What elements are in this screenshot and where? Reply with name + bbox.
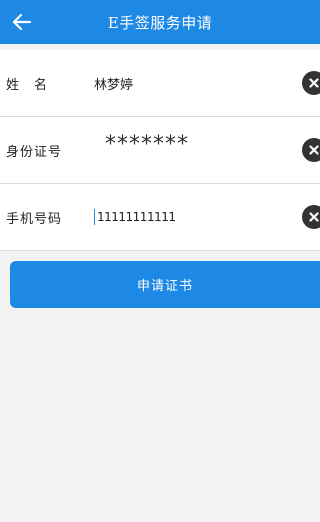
back-button[interactable] — [6, 6, 38, 38]
phone-row: 手机号码 11111111111 — [0, 184, 320, 251]
clear-name-button[interactable] — [302, 71, 320, 95]
id-number-row: 身份证号 ******* — [0, 117, 320, 184]
phone-label: 手机号码 — [6, 211, 63, 227]
id-number-field[interactable]: ******* — [105, 111, 189, 177]
id-number-label: 身份证号 — [6, 144, 63, 160]
clear-phone-button[interactable] — [302, 205, 320, 229]
clear-x-icon — [309, 212, 319, 222]
page-title: E手签服务申请 — [107, 13, 213, 32]
clear-x-icon — [309, 78, 319, 88]
clear-x-icon — [309, 145, 319, 155]
phone-value: 11111111111 — [97, 210, 176, 224]
name-row: 姓 名 林梦婷 — [0, 50, 320, 117]
name-label: 姓 名 — [6, 77, 49, 93]
text-cursor — [94, 209, 95, 225]
application-form: 姓 名 林梦婷 身份证号 ******* 手机号码 11111111111 — [0, 50, 320, 251]
app-header: E手签服务申请 — [0, 0, 320, 44]
clear-id-number-button[interactable] — [302, 138, 320, 162]
apply-certificate-button[interactable]: 申请证书 — [10, 261, 320, 308]
name-field[interactable]: 林梦婷 — [94, 50, 133, 116]
arrow-left-icon — [13, 14, 31, 30]
phone-field[interactable]: 11111111111 — [94, 184, 176, 250]
